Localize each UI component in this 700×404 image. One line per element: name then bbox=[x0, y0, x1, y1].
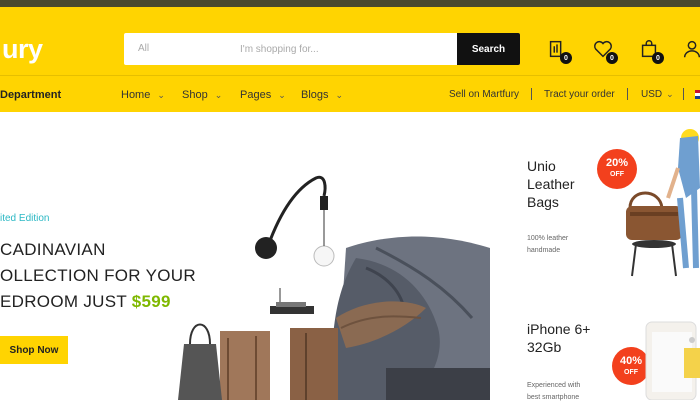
chevron-down-icon: ⌄ bbox=[157, 89, 165, 100]
search-button[interactable]: Search bbox=[457, 33, 520, 65]
promo-title[interactable]: iPhone 6+ bbox=[527, 320, 590, 338]
track-order-link[interactable]: Tract your order bbox=[544, 89, 615, 100]
logo[interactable]: ury bbox=[2, 34, 43, 65]
sell-link[interactable]: Sell on Martfury bbox=[449, 89, 519, 100]
cart-count-badge: 0 bbox=[652, 52, 664, 64]
user-icon bbox=[683, 40, 700, 58]
search-category-select[interactable]: All bbox=[138, 43, 149, 54]
promo-title[interactable]: Bags bbox=[527, 193, 559, 211]
menu-pages-label: Pages bbox=[240, 89, 272, 101]
menu-pages[interactable]: Pages ⌄ bbox=[240, 89, 286, 101]
menu-shop[interactable]: Shop ⌄ bbox=[182, 89, 222, 101]
nav-separator bbox=[531, 88, 532, 100]
iphone-product-image bbox=[645, 321, 700, 400]
compare-button[interactable]: 0 bbox=[546, 38, 572, 64]
hero-title-text: EDROOM JUST bbox=[0, 292, 132, 311]
currency-label: USD bbox=[641, 89, 663, 100]
wishlist-button[interactable]: 0 bbox=[592, 38, 618, 64]
promo-subtitle: handmade bbox=[527, 247, 561, 254]
hero-title-line: CADINAVIAN bbox=[0, 240, 106, 259]
chevron-down-icon: ⌄ bbox=[335, 89, 344, 100]
promo-subtitle: best smartphone bbox=[527, 394, 580, 401]
menu-home-label: Home bbox=[121, 89, 151, 101]
leather-bag-product-image bbox=[626, 129, 700, 277]
promo-subtitle: 100% leather bbox=[527, 235, 569, 242]
search-input[interactable] bbox=[234, 33, 460, 65]
hero-tag: ited Edition bbox=[0, 213, 50, 224]
nav-separator bbox=[627, 88, 628, 100]
hero-price: $599 bbox=[131, 292, 171, 311]
cart-button[interactable]: 0 bbox=[638, 38, 664, 64]
search-bar: All Search bbox=[124, 33, 520, 65]
chevron-down-icon: ⌄ bbox=[214, 89, 223, 100]
chevron-down-icon: ⌄ bbox=[278, 89, 286, 100]
promo-title[interactable]: Unio bbox=[527, 157, 556, 175]
bedroom-product-image bbox=[178, 175, 490, 400]
shop-by-department[interactable]: Department bbox=[0, 89, 61, 101]
nav-separator bbox=[683, 88, 684, 100]
header-divider bbox=[0, 75, 700, 76]
promo-subtitle: Experienced with bbox=[527, 382, 581, 389]
currency-select[interactable]: USD ⌄ bbox=[641, 89, 674, 100]
compare-count-badge: 0 bbox=[560, 52, 572, 64]
hero-title-line: EDROOM JUST $599 bbox=[0, 292, 171, 312]
lamp-icon bbox=[255, 175, 335, 308]
promo-title[interactable]: Leather bbox=[527, 175, 574, 193]
menu-shop-label: Shop bbox=[182, 89, 208, 101]
flag-icon[interactable] bbox=[695, 90, 700, 99]
menu-home[interactable]: Home ⌄ bbox=[121, 89, 165, 101]
hero-title-line: OLLECTION FOR YOUR bbox=[0, 266, 196, 285]
menu-blogs[interactable]: Blogs ⌄ bbox=[301, 89, 343, 101]
chevron-down-icon: ⌄ bbox=[666, 89, 674, 99]
menu-blogs-label: Blogs bbox=[301, 89, 329, 101]
account-button[interactable] bbox=[681, 38, 700, 64]
top-strip bbox=[0, 0, 700, 7]
shop-now-button[interactable]: Shop Now bbox=[0, 336, 68, 364]
promo-title[interactable]: 32Gb bbox=[527, 338, 561, 356]
wishlist-count-badge: 0 bbox=[606, 52, 618, 64]
